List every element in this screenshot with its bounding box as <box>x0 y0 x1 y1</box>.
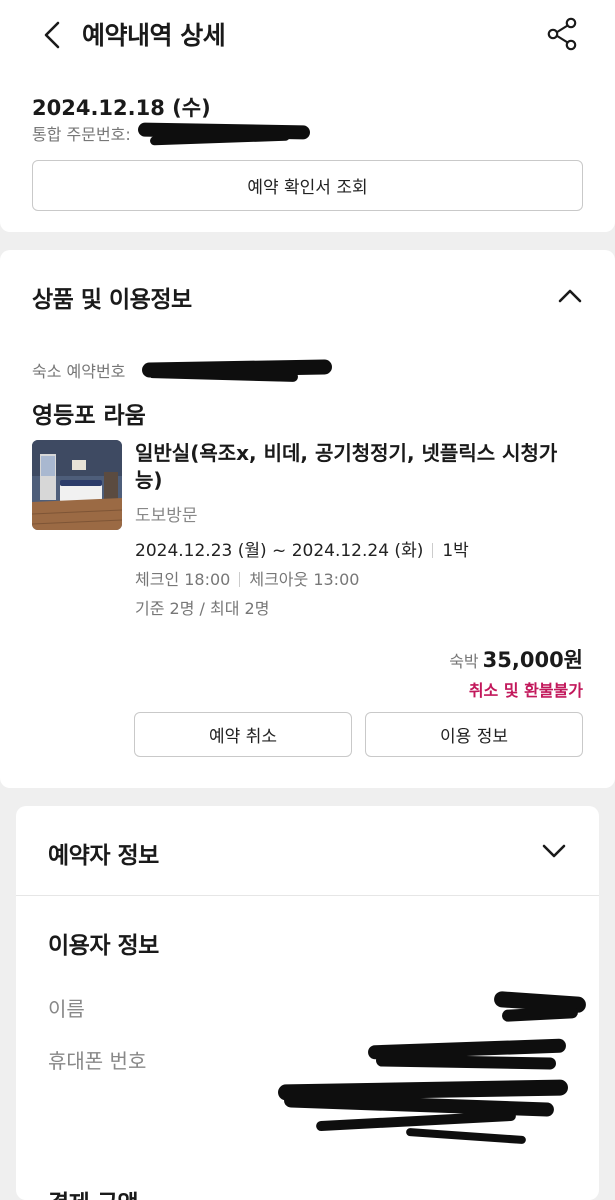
top-bar: 예약내역 상세 <box>0 0 615 72</box>
back-icon[interactable] <box>38 20 68 50</box>
usage-info-button[interactable]: 이용 정보 <box>365 712 583 757</box>
visit-type: 도보방문 <box>135 506 198 526</box>
product-info-section: 상품 및 이용정보 숙소 예약번호 영등포 라움 일반실(욕조x, 비데, 공기… <box>0 250 615 788</box>
room-name: 일반실(욕조x, 비데, 공기청정기, 넷플릭스 시청가능) <box>135 441 558 492</box>
checkin-time: 체크인 18:00 <box>135 570 231 589</box>
section-title-payment: 결제 금액 <box>48 1184 139 1200</box>
divider <box>239 572 241 587</box>
room-photo <box>32 440 122 530</box>
redaction-mark <box>501 1006 579 1022</box>
section-title-product: 상품 및 이용정보 <box>32 287 192 313</box>
name-label: 이름 <box>48 997 85 1021</box>
divider <box>432 543 434 558</box>
view-confirmation-button[interactable]: 예약 확인서 조회 <box>32 160 583 211</box>
order-number-label: 통합 주문번호: <box>32 125 131 144</box>
share-icon[interactable] <box>544 16 580 52</box>
checkout-time: 체크아웃 13:00 <box>249 570 360 589</box>
chevron-up-icon[interactable] <box>556 282 584 310</box>
booker-info-section: 예약자 정보 이용자 정보 이름 휴대폰 번호 결제 금액 <box>16 806 599 1200</box>
guest-capacity: 기준 2명 / 최대 2명 <box>135 599 270 618</box>
price-row: 숙박 35,000원 <box>449 644 583 674</box>
stay-nights: 1박 <box>442 541 469 561</box>
redaction-mark <box>375 1054 557 1070</box>
page-title: 예약내역 상세 <box>82 21 226 50</box>
phone-label: 휴대폰 번호 <box>48 1049 147 1073</box>
redaction-mark <box>405 1127 527 1145</box>
section-divider <box>16 895 599 896</box>
section-title-booker: 예약자 정보 <box>48 843 159 869</box>
price-value: 35,000원 <box>482 648 583 672</box>
chevron-down-icon[interactable] <box>540 837 568 865</box>
cancel-reservation-button[interactable]: 예약 취소 <box>134 712 352 757</box>
stay-reservation-number-label: 숙소 예약번호 <box>32 362 126 381</box>
hotel-name: 영등포 라움 <box>32 403 146 429</box>
refund-policy-note: 취소 및 환불불가 <box>468 681 583 700</box>
section-title-user: 이용자 정보 <box>48 933 159 959</box>
stay-dates: 2024.12.23 (월) ~ 2024.12.24 (화) <box>135 541 424 561</box>
order-summary-section: 2024.12.18 (수) 통합 주문번호: 예약 확인서 조회 <box>0 72 615 232</box>
check-times-row: 체크인 18:00 체크아웃 13:00 <box>135 566 359 590</box>
stay-dates-row: 2024.12.23 (월) ~ 2024.12.24 (화) 1박 <box>135 536 469 561</box>
price-label: 숙박 <box>449 652 479 671</box>
order-date: 2024.12.18 (수) <box>32 96 211 120</box>
